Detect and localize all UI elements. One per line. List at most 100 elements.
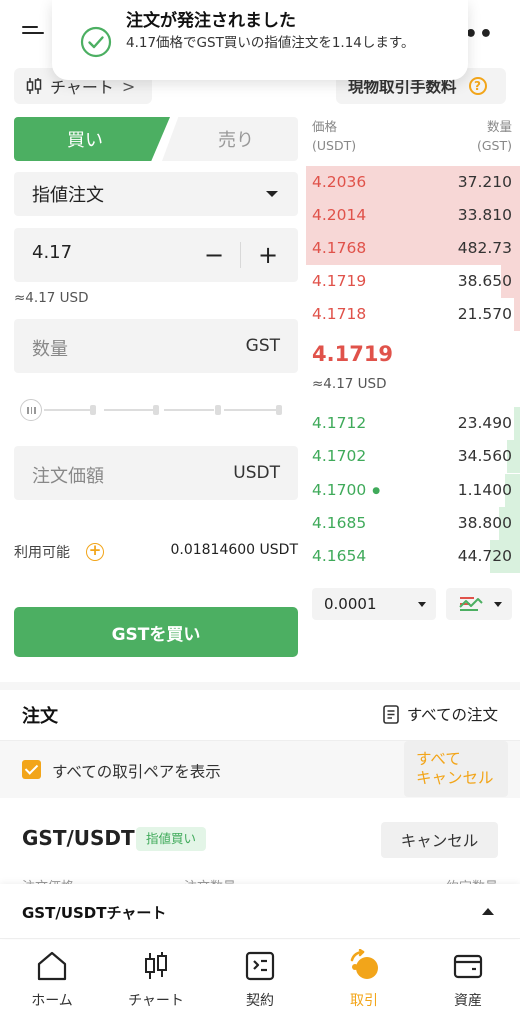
home-icon bbox=[37, 951, 67, 981]
nav-home-label: ホーム bbox=[31, 993, 73, 1009]
candlestick-icon bbox=[145, 952, 167, 979]
order-value-unit: USDT bbox=[233, 463, 280, 483]
help-icon: ? bbox=[468, 77, 487, 95]
bid-row[interactable]: 4.1712 23.490 bbox=[306, 407, 520, 440]
ask-price: 4.2036 bbox=[312, 173, 367, 191]
precision-select[interactable]: 0.0001 bbox=[312, 588, 436, 620]
slider-handle[interactable] bbox=[20, 399, 42, 421]
price-decrease-button[interactable]: − bbox=[196, 237, 232, 273]
order-value-placeholder: 注文価額 bbox=[32, 466, 104, 487]
available-label: 利用可能 bbox=[14, 545, 70, 561]
ask-row[interactable]: 4.1718 21.570 bbox=[306, 298, 520, 331]
ask-quantity: 482.73 bbox=[457, 239, 512, 257]
divider bbox=[240, 242, 241, 268]
nav-contract[interactable]: 契約 bbox=[208, 940, 312, 1024]
last-price: 4.1719 bbox=[312, 342, 394, 366]
quantity-input[interactable]: 数量 GST bbox=[14, 319, 298, 373]
show-all-pairs-checkbox[interactable] bbox=[22, 760, 41, 779]
contract-icon bbox=[245, 951, 275, 981]
ask-row[interactable]: 4.2014 33.810 bbox=[306, 199, 520, 232]
depth-bar bbox=[514, 407, 520, 440]
bid-quantity: 1.1400 bbox=[457, 481, 512, 499]
all-orders-link[interactable]: すべての注文 bbox=[382, 703, 498, 725]
slider-step-25[interactable] bbox=[90, 405, 96, 415]
show-all-pairs-label[interactable]: すべての取引ペアを表示 bbox=[52, 760, 221, 782]
ask-row[interactable]: 4.2036 37.210 bbox=[306, 166, 520, 199]
chart-panel-title: GST/USDTチャート bbox=[22, 904, 167, 922]
menu-icon[interactable] bbox=[22, 26, 44, 40]
quantity-placeholder: 数量 bbox=[32, 339, 68, 360]
ask-price: 4.2014 bbox=[312, 206, 367, 224]
depth-bar bbox=[514, 298, 520, 331]
toast-message: 4.17価格でGST買いの指値注文を1.14します。 bbox=[126, 35, 415, 51]
buy-sell-tabs: 買い 売り bbox=[14, 117, 298, 161]
available-value: 0.01814600 USDT bbox=[170, 542, 298, 558]
candlestick-icon bbox=[26, 78, 42, 94]
slider-step-75[interactable] bbox=[215, 405, 221, 415]
price-header: 価格 bbox=[312, 119, 338, 134]
bid-price: 4.1700 bbox=[312, 481, 367, 499]
ask-row[interactable]: 4.1719 38.650 bbox=[306, 265, 520, 298]
price-input[interactable]: 4.17 − + bbox=[14, 228, 298, 282]
nav-assets-label: 資産 bbox=[454, 993, 482, 1009]
ask-quantity: 33.810 bbox=[457, 206, 512, 224]
toast-title: 注文が発注されました bbox=[126, 11, 296, 31]
quantity-unit: GST bbox=[245, 336, 280, 356]
bid-price: 4.1685 bbox=[312, 514, 367, 532]
nav-assets[interactable]: 資産 bbox=[416, 940, 520, 1024]
last-price-usd: ≈4.17 USD bbox=[312, 376, 387, 392]
price-increase-button[interactable]: + bbox=[250, 237, 286, 273]
caret-down-icon bbox=[418, 602, 426, 607]
order-book-mode-select[interactable] bbox=[446, 588, 512, 620]
order-value-input[interactable]: 注文価額 USDT bbox=[14, 446, 298, 500]
order-pair: GST/USDT bbox=[22, 826, 135, 850]
bid-quantity: 23.490 bbox=[457, 414, 512, 432]
ask-quantity: 21.570 bbox=[457, 305, 512, 323]
nav-trade[interactable]: 取引 bbox=[312, 940, 416, 1024]
bid-row[interactable]: 4.1685 38.800 bbox=[306, 507, 520, 540]
amount-slider[interactable] bbox=[20, 398, 286, 422]
slider-step-100[interactable] bbox=[276, 405, 282, 415]
bid-quantity: 38.800 bbox=[457, 514, 512, 532]
ask-quantity: 38.650 bbox=[457, 272, 512, 290]
nav-home[interactable]: ホーム bbox=[0, 940, 104, 1024]
cancel-order-button[interactable]: キャンセル bbox=[381, 822, 498, 858]
nav-chart-label: チャート bbox=[128, 993, 184, 1009]
tab-buy[interactable]: 買い bbox=[14, 117, 170, 161]
add-funds-icon[interactable]: + bbox=[86, 543, 104, 561]
order-placed-toast: 注文が発注されました 4.17価格でGST買いの指値注文を1.14します。 bbox=[52, 0, 468, 80]
document-icon bbox=[382, 704, 399, 724]
success-check-icon bbox=[80, 26, 112, 58]
order-type-select[interactable]: 指値注文 bbox=[14, 172, 298, 216]
tab-sell[interactable]: 売り bbox=[162, 117, 298, 161]
chart-panel-toggle[interactable]: GST/USDTチャート bbox=[0, 884, 520, 939]
slider-step-50[interactable] bbox=[153, 405, 159, 415]
cancel-all-button[interactable]: すべて キャンセル bbox=[404, 741, 508, 797]
bid-price-wrapper: 4.1700 ● bbox=[312, 481, 380, 499]
ask-quantity: 37.210 bbox=[457, 173, 512, 191]
ask-price: 4.1718 bbox=[312, 305, 367, 323]
ask-row[interactable]: 4.1768 482.73 bbox=[306, 232, 520, 265]
caret-up-icon bbox=[482, 908, 494, 915]
orders-title: 注文 bbox=[22, 706, 58, 727]
nav-trade-label: 取引 bbox=[350, 993, 378, 1009]
bid-row[interactable]: 4.1700 ● 1.1400 bbox=[306, 474, 520, 507]
ask-price: 4.1768 bbox=[312, 239, 367, 257]
qty-header: 数量 bbox=[486, 119, 512, 134]
caret-down-icon bbox=[266, 191, 278, 197]
nav-chart[interactable]: チャート bbox=[104, 940, 208, 1024]
section-divider bbox=[0, 682, 520, 690]
bid-row[interactable]: 4.1702 34.560 bbox=[306, 440, 520, 473]
order-side-tag: 指値買い bbox=[136, 827, 207, 851]
bid-quantity: 34.560 bbox=[457, 447, 512, 465]
price-usd-equivalent: ≈4.17 USD bbox=[14, 290, 89, 306]
available-balance: 利用可能 + 0.01814600 USDT bbox=[14, 542, 298, 562]
precision-value: 0.0001 bbox=[324, 595, 377, 613]
buy-gst-button[interactable]: GSTを買い bbox=[14, 607, 298, 657]
price-value[interactable]: 4.17 bbox=[32, 242, 72, 263]
nav-contract-label: 契約 bbox=[246, 993, 274, 1009]
wallet-icon bbox=[453, 954, 483, 979]
bid-price: 4.1654 bbox=[312, 547, 367, 565]
cancel-all-label-line1: すべて bbox=[416, 750, 461, 768]
bid-row[interactable]: 4.1654 44.720 bbox=[306, 540, 520, 573]
